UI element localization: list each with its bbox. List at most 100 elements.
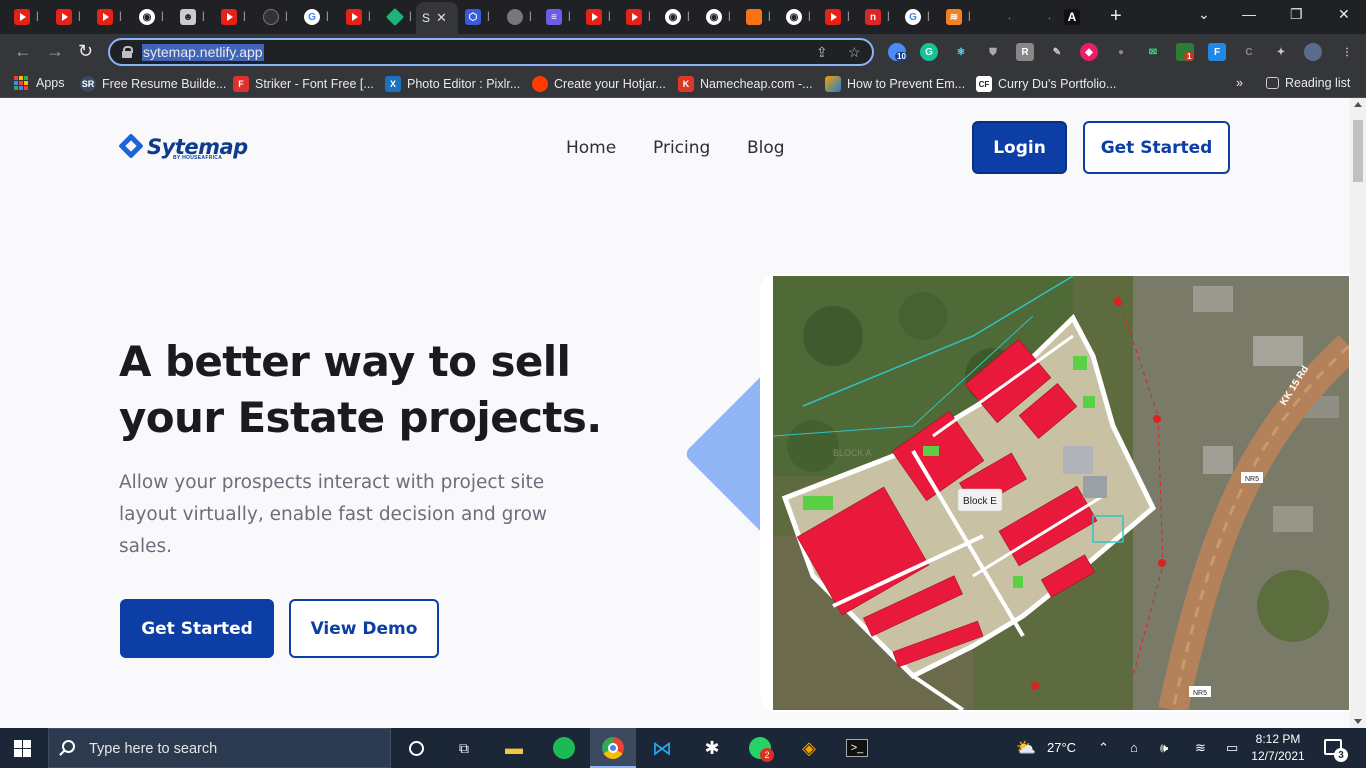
taskbar-clock[interactable]: 8:12 PM 12/7/2021 bbox=[1250, 731, 1306, 765]
back-button[interactable]: ← bbox=[14, 42, 32, 60]
pen-icon[interactable]: ✎ bbox=[1048, 43, 1066, 61]
sytemap-logo[interactable]: Sytemap BY HOUSEAFRICA bbox=[119, 134, 248, 162]
browser-tab[interactable]: ☻ | bbox=[174, 4, 214, 30]
scroll-up-icon[interactable] bbox=[1354, 102, 1362, 107]
get-started-nav-button[interactable]: Get Started bbox=[1083, 121, 1230, 174]
taskbar-search[interactable]: Type here to search bbox=[48, 728, 391, 768]
spotify-icon[interactable] bbox=[552, 737, 576, 759]
terminal-icon[interactable]: >_ bbox=[846, 739, 868, 757]
nav-pricing[interactable]: Pricing bbox=[653, 138, 710, 158]
tab-search-icon[interactable]: ⌄ bbox=[1198, 6, 1210, 23]
browser-tab[interactable]: | bbox=[257, 4, 297, 30]
file-explorer-icon[interactable]: ▬ bbox=[502, 737, 526, 759]
bookmark-namecheap[interactable]: K Namecheap.com -... bbox=[678, 76, 813, 92]
meet-now-icon[interactable]: ⌂ bbox=[1130, 740, 1138, 755]
wifi-icon[interactable]: ≋ bbox=[1195, 740, 1206, 756]
bookmark-hotjar[interactable]: Create your Hotjar... bbox=[532, 76, 666, 92]
grammarly-icon[interactable]: G bbox=[920, 43, 938, 61]
get-started-button[interactable]: Get Started bbox=[120, 599, 274, 658]
browser-tab[interactable]: | bbox=[819, 4, 859, 30]
browser-tab[interactable]: | bbox=[8, 4, 48, 30]
youtube-icon bbox=[14, 9, 30, 25]
browser-tab[interactable]: . bbox=[980, 4, 1020, 30]
scrollbar-thumb[interactable] bbox=[1353, 120, 1363, 182]
extension-icon[interactable]: 1 bbox=[1176, 43, 1195, 61]
nav-home[interactable]: Home bbox=[566, 138, 616, 158]
scroll-down-icon[interactable] bbox=[1354, 719, 1362, 724]
color-picker-icon[interactable]: ◆ bbox=[1080, 43, 1098, 61]
browser-tab[interactable]: ≡ | bbox=[540, 4, 580, 30]
close-tab-icon[interactable]: ✕ bbox=[436, 10, 447, 26]
bookmarks-overflow[interactable]: » bbox=[1236, 76, 1243, 90]
browser-tab[interactable]: ◉ | bbox=[133, 4, 173, 30]
react-devtools-icon[interactable]: ⚛ bbox=[952, 43, 970, 61]
minimize-button[interactable]: — bbox=[1242, 6, 1256, 22]
task-view-icon[interactable]: ⧉ bbox=[452, 737, 476, 759]
f-icon: F bbox=[233, 76, 249, 92]
browser-tab[interactable]: G | bbox=[899, 4, 939, 30]
extension-icon[interactable]: R bbox=[1016, 43, 1034, 61]
bookmark-resume[interactable]: SR Free Resume Builde... bbox=[80, 76, 226, 92]
restore-button[interactable]: ❐ bbox=[1290, 6, 1303, 23]
browser-tab[interactable]: G | bbox=[298, 4, 338, 30]
forward-button[interactable]: → bbox=[46, 42, 64, 60]
windows-start-icon[interactable] bbox=[14, 740, 31, 757]
profile-avatar[interactable] bbox=[1304, 43, 1322, 61]
active-browser-tab[interactable]: S ✕ bbox=[416, 2, 458, 34]
github-icon: ◉ bbox=[706, 9, 722, 25]
new-tab-button[interactable]: + bbox=[1110, 6, 1122, 26]
keyboard-icon[interactable]: ▭ bbox=[1226, 740, 1238, 756]
browser-tab[interactable]: . bbox=[1020, 4, 1060, 30]
view-demo-button[interactable]: View Demo bbox=[289, 599, 439, 658]
browser-tab[interactable]: | bbox=[91, 4, 131, 30]
browser-tab[interactable]: | bbox=[50, 4, 90, 30]
browser-tab[interactable]: ≋ | bbox=[940, 4, 980, 30]
more-menu-icon[interactable]: ⋮ bbox=[1338, 43, 1356, 61]
browser-tab[interactable]: | bbox=[740, 4, 780, 30]
git-kraken-icon[interactable]: ◈ bbox=[797, 737, 821, 759]
slack-icon[interactable]: ✱ bbox=[700, 737, 724, 759]
cortana-icon[interactable] bbox=[404, 737, 428, 759]
nav-blog[interactable]: Blog bbox=[747, 138, 785, 158]
browser-tab[interactable]: | bbox=[215, 4, 255, 30]
shield-icon[interactable]: ⛊ bbox=[984, 43, 1002, 61]
weather-icon[interactable]: ⛅ bbox=[1016, 738, 1036, 758]
browser-tab[interactable]: | bbox=[501, 4, 541, 30]
browser-tab[interactable]: | bbox=[620, 4, 660, 30]
chrome-icon[interactable] bbox=[601, 737, 625, 759]
extension-icon[interactable]: C bbox=[1240, 43, 1258, 61]
login-button[interactable]: Login bbox=[972, 121, 1067, 174]
search-placeholder: Type here to search bbox=[89, 741, 218, 757]
bookmark-apps[interactable]: Apps bbox=[14, 76, 65, 90]
vscode-icon[interactable]: ⋈ bbox=[650, 737, 674, 760]
browser-tab[interactable]: ◉ | bbox=[780, 4, 820, 30]
url-text[interactable]: sytemap.netlify.app bbox=[142, 44, 264, 61]
volume-icon[interactable]: 🕪 bbox=[1160, 740, 1168, 756]
browser-tab[interactable]: ⬡ | bbox=[459, 4, 499, 30]
reload-button[interactable]: ↻ bbox=[78, 42, 93, 60]
browser-tab[interactable]: n | bbox=[859, 4, 899, 30]
page-scrollbar[interactable] bbox=[1350, 98, 1366, 728]
browser-tab[interactable]: ◉ | bbox=[659, 4, 699, 30]
extension-icon[interactable]: F bbox=[1208, 43, 1226, 61]
bookmark-striker-font[interactable]: F Striker - Font Free [... bbox=[233, 76, 374, 92]
browser-tab[interactable]: A bbox=[1058, 4, 1098, 30]
browser-tab[interactable]: ◉ | bbox=[700, 4, 740, 30]
tray-chevron-icon[interactable]: ⌃ bbox=[1098, 740, 1109, 756]
bookmark-portfolio[interactable]: CF Curry Du's Portfolio... bbox=[976, 76, 1116, 92]
browser-tab[interactable]: | bbox=[340, 4, 380, 30]
extension-icon[interactable]: ● bbox=[1112, 43, 1130, 61]
extension-icon[interactable]: 10 bbox=[888, 43, 908, 61]
browser-tab[interactable]: | bbox=[381, 4, 421, 30]
share-icon[interactable]: ⇪ bbox=[816, 44, 828, 61]
puzzle-icon[interactable]: ✦ bbox=[1272, 43, 1290, 61]
reading-list[interactable]: Reading list bbox=[1266, 76, 1350, 90]
mail-icon[interactable]: ✉ bbox=[1144, 43, 1162, 61]
weather-temp[interactable]: 27°C bbox=[1047, 740, 1076, 755]
bookmark-star-icon[interactable]: ☆ bbox=[848, 44, 861, 61]
close-window-button[interactable]: ✕ bbox=[1338, 6, 1350, 23]
bookmark-prevent[interactable]: How to Prevent Em... bbox=[825, 76, 965, 92]
browser-tab[interactable]: | bbox=[580, 4, 620, 30]
address-bar[interactable]: sytemap.netlify.app ⇪ ☆ bbox=[108, 38, 874, 66]
bookmark-pixlr[interactable]: X Photo Editor : Pixlr... bbox=[385, 76, 520, 92]
